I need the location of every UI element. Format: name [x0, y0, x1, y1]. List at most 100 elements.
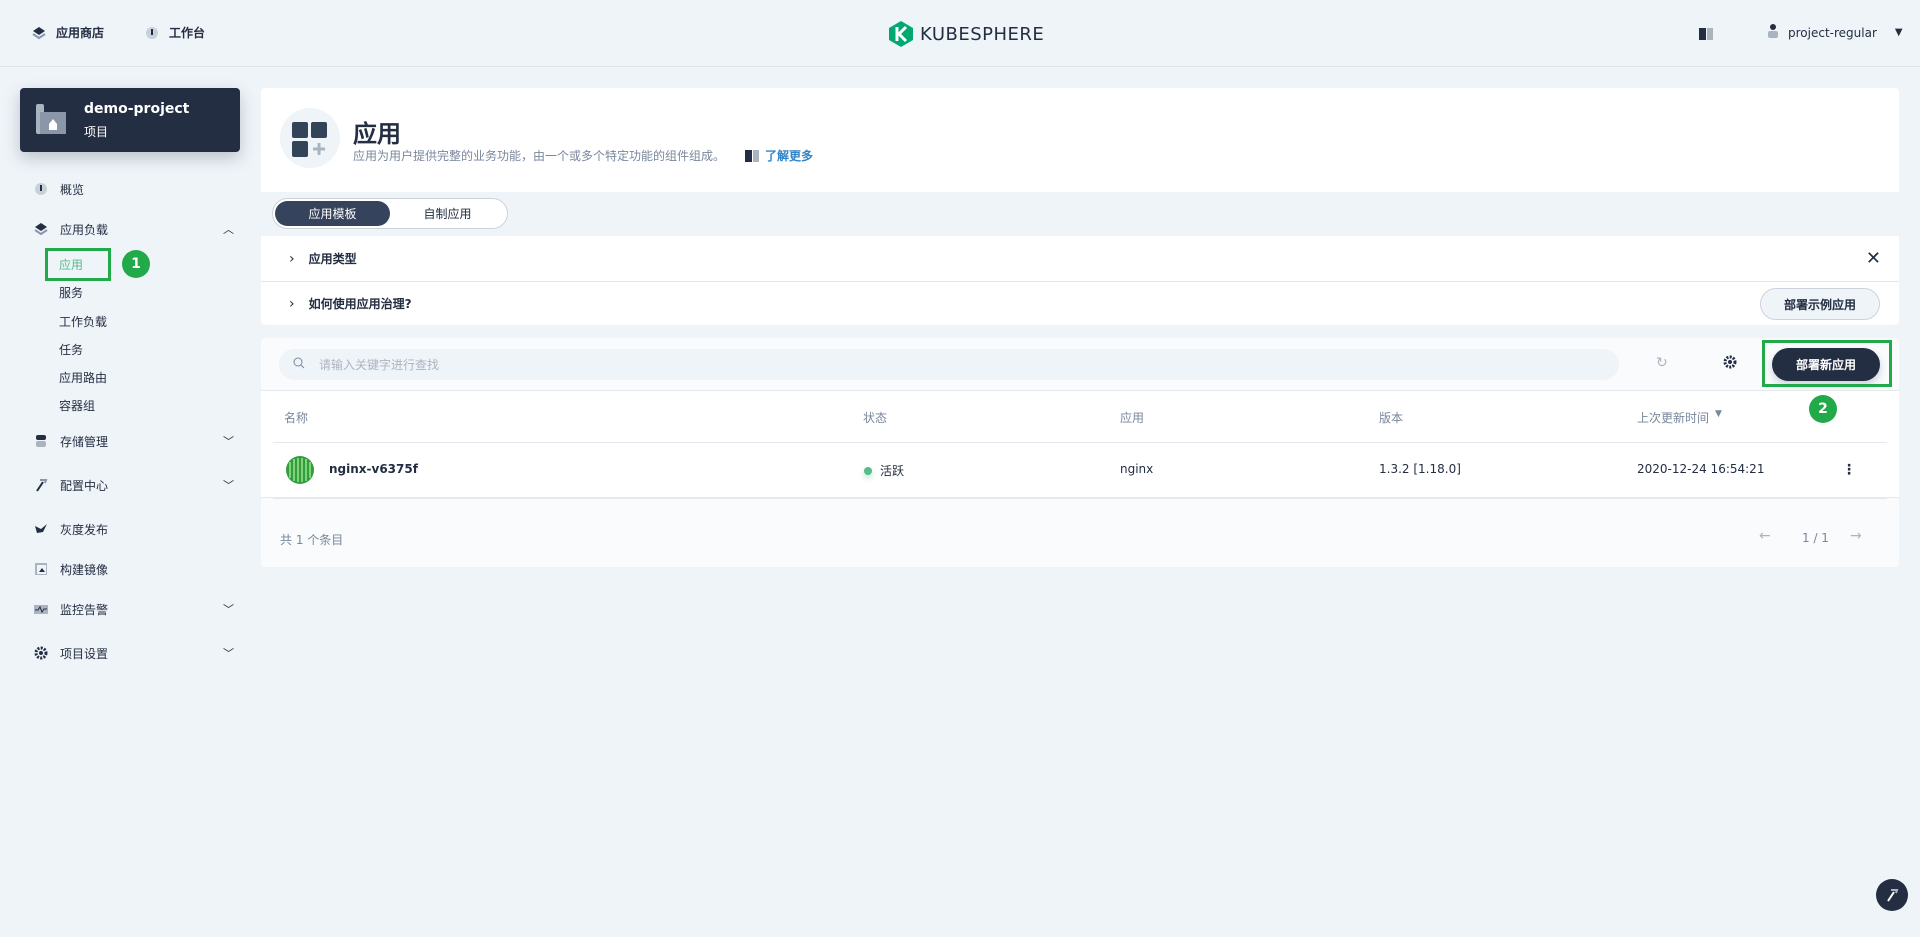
database-icon	[34, 434, 48, 448]
monitor-pulse-icon	[34, 602, 48, 616]
sidebar-subitem-jobs[interactable]: 任务	[59, 341, 83, 358]
dashboard-icon	[34, 182, 48, 196]
sidebar-label: 监控告警	[60, 602, 109, 617]
sidebar-label: 概览	[60, 182, 85, 197]
chevron-down-icon: ﹀	[223, 603, 234, 616]
step-badge-2: 2	[1809, 395, 1837, 423]
user-icon	[1768, 24, 1778, 41]
collapse-how-to[interactable]: › 如何使用应用治理?	[261, 281, 1899, 325]
app-cell: nginx	[1120, 462, 1154, 476]
caret-down-icon: ▼	[1894, 27, 1903, 38]
project-card[interactable]: demo-project 项目	[20, 88, 240, 152]
column-header-name: 名称	[284, 411, 309, 425]
sidebar-subitem-pods[interactable]: 容器组	[59, 397, 95, 414]
learn-more-link[interactable]: 了解更多	[745, 147, 813, 164]
search-placeholder: 请输入关键字进行查找	[319, 358, 440, 372]
sidebar-item-config[interactable]: 配置中心 ﹀	[34, 474, 234, 496]
hammer-icon	[1887, 889, 1899, 902]
close-icon[interactable]: ✕	[1866, 248, 1881, 269]
status-text: 活跃	[880, 464, 905, 478]
hammer-icon	[34, 478, 48, 492]
column-header-updated-label: 上次更新时间	[1637, 411, 1710, 425]
deploy-sample-app-button[interactable]: 部署示例应用	[1760, 288, 1880, 320]
app-icon	[280, 108, 340, 168]
app-store-link[interactable]: 应用商店	[32, 24, 104, 41]
version-cell: 1.3.2 [1.18.0]	[1379, 462, 1461, 476]
image-icon	[34, 562, 48, 576]
sidebar-label: 配置中心	[60, 478, 109, 493]
more-actions-icon[interactable]: ⋮	[1842, 462, 1856, 478]
chevron-right-icon: ›	[289, 250, 295, 267]
app-list-panel: 请输入关键字进行查找 ↻ 部署新应用 2	[261, 338, 1899, 567]
help-tool-button[interactable]	[1876, 879, 1908, 911]
app-types-label: 应用类型	[308, 252, 357, 266]
status-dot-icon	[864, 466, 872, 475]
status-badge: 活跃	[864, 462, 904, 479]
app-name-link[interactable]: nginx-v6375f	[329, 462, 418, 476]
sidebar-item-monitoring[interactable]: 监控告警 ﹀	[34, 598, 234, 620]
sidebar-subitem-ingress[interactable]: 应用路由	[59, 369, 107, 386]
sidebar-item-storage[interactable]: 存储管理 ﹀	[34, 430, 234, 452]
chevron-down-icon: ﹀	[223, 647, 234, 660]
layers-icon	[34, 222, 48, 236]
sidebar-item-overview[interactable]: 概览	[34, 178, 234, 200]
search-input[interactable]: 请输入关键字进行查找	[279, 349, 1619, 380]
column-header-updated[interactable]: 上次更新时间 ▼	[1637, 409, 1722, 426]
project-icon	[36, 104, 66, 137]
page-header-panel: 应用 应用为用户提供完整的业务功能，由一个或多个特定功能的组件组成。 了解更多 …	[261, 88, 1899, 325]
kubesphere-logo[interactable]: KUBESPHERE	[888, 20, 1044, 48]
sidebar-item-settings[interactable]: 项目设置 ﹀	[34, 642, 234, 664]
column-header-version: 版本	[1379, 411, 1404, 425]
sort-caret-icon: ▼	[1715, 409, 1722, 419]
user-menu[interactable]: project-regular ▼	[1768, 24, 1903, 41]
tab-composed-apps[interactable]: 自制应用	[390, 201, 505, 226]
description-text: 应用为用户提供完整的业务功能，由一个或多个特定功能的组件组成。	[353, 149, 726, 163]
chevron-right-icon: ›	[289, 295, 295, 312]
sidebar-item-grayscale[interactable]: 灰度发布	[34, 518, 234, 540]
sidebar-subitem-workloads[interactable]: 工作负载	[59, 313, 107, 330]
search-icon	[293, 357, 305, 372]
sidebar-label: 存储管理	[60, 434, 109, 449]
how-to-label: 如何使用应用治理?	[308, 297, 412, 311]
workbench-link[interactable]: 工作台	[145, 24, 205, 41]
project-name: demo-project	[84, 101, 190, 117]
page-description: 应用为用户提供完整的业务功能，由一个或多个特定功能的组件组成。 了解更多	[353, 147, 813, 164]
prev-page-icon[interactable]: ←	[1759, 528, 1771, 544]
column-header-status: 状态	[863, 411, 888, 425]
top-header: 应用商店 工作台 KUBESPHERE project-regular ▼	[0, 0, 1920, 67]
tab-app-templates[interactable]: 应用模板	[275, 201, 390, 226]
next-page-icon[interactable]: →	[1850, 528, 1862, 544]
brand-text: KUBESPHERE	[920, 23, 1045, 45]
refresh-icon[interactable]: ↻	[1656, 355, 1668, 371]
collapse-app-types[interactable]: › 应用类型 ✕	[261, 236, 1899, 281]
bird-icon	[34, 522, 48, 536]
highlight-box-deploy	[1762, 340, 1892, 387]
gear-icon[interactable]	[1723, 355, 1737, 372]
tab-bar: 应用模板 自制应用	[261, 192, 1899, 236]
username: project-regular	[1788, 25, 1877, 40]
dashboard-icon	[145, 26, 159, 40]
gear-icon	[34, 646, 48, 660]
kubesphere-logo-icon	[889, 21, 913, 47]
sidebar-label: 构建镜像	[60, 562, 109, 577]
divider	[273, 498, 1887, 499]
table	[261, 390, 1899, 498]
tab-switch: 应用模板 自制应用	[272, 198, 508, 229]
sidebar-item-workloads[interactable]: 应用负载 ︿	[34, 218, 234, 240]
sidebar-label: 灰度发布	[60, 522, 109, 537]
sidebar-subitem-services[interactable]: 服务	[59, 284, 83, 301]
chevron-down-icon: ﹀	[223, 479, 234, 492]
docs-book-icon[interactable]	[1699, 28, 1713, 43]
sidebar-subitem-apps[interactable]: 应用	[59, 256, 83, 273]
updated-cell: 2020-12-24 16:54:21	[1637, 462, 1765, 476]
chevron-down-icon: ﹀	[223, 435, 234, 448]
app-store-label: 应用商店	[56, 26, 105, 40]
workbench-label: 工作台	[169, 26, 206, 40]
sidebar-label: 项目设置	[60, 646, 109, 661]
sidebar-label: 应用负载	[60, 222, 109, 237]
page-title: 应用	[353, 120, 401, 148]
page-indicator: 1 / 1	[1802, 531, 1829, 545]
sidebar-item-image-builder[interactable]: 构建镜像	[34, 558, 234, 580]
column-header-app: 应用	[1120, 411, 1145, 425]
step-badge-1: 1	[122, 250, 150, 278]
